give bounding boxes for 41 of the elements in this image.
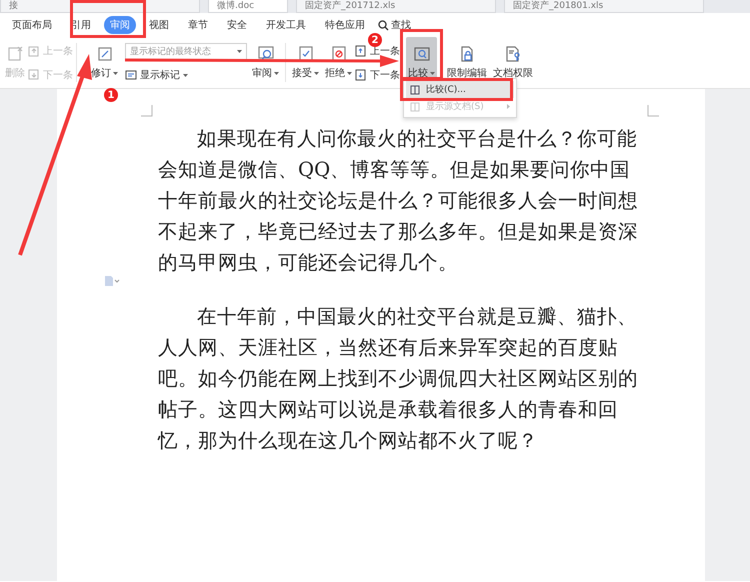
ribbon-tab[interactable]: 特色应用: [319, 16, 371, 34]
accept-button[interactable]: 接受: [290, 37, 321, 88]
next-icon: [355, 68, 367, 80]
ribbon-tab[interactable]: 页面布局: [6, 16, 58, 34]
compare-icon: [410, 102, 420, 112]
reject-button[interactable]: 拒绝: [323, 37, 354, 88]
caret-icon: [347, 72, 352, 74]
document-key-icon: [504, 45, 522, 63]
caret-icon: [274, 72, 279, 74]
ribbon-tab[interactable]: 视图: [143, 16, 175, 34]
search-icon: [378, 20, 389, 30]
pencil-icon: [96, 45, 114, 63]
previous-icon: [28, 44, 40, 56]
review-button[interactable]: 审阅: [250, 37, 281, 88]
ribbon-tab[interactable]: 安全: [221, 16, 253, 34]
compare-icon: [412, 45, 430, 63]
caret-icon: [314, 72, 319, 74]
previous-icon: [355, 44, 367, 56]
show-markup-button[interactable]: 显示标记: [125, 68, 247, 82]
next-icon: [28, 68, 40, 80]
paragraph-marker-icon[interactable]: [104, 275, 120, 287]
file-tab[interactable]: 固定资产_201801.xls: [504, 0, 704, 13]
ribbon-tab[interactable]: 章节: [182, 16, 214, 34]
paragraph: 如果现在有人问你最火的社交平台是什么？你可能会知道是微信、QQ、博客等等。但是如果要问你中国十年前最火的社交论坛是什么？可能很多人会一时间想不起来了，毕竟已经过去了那么多年。但是如果是资深的马甲网虫，可能还会记得几个。: [158, 126, 639, 276]
paragraph: 在十年前，中国最火的社交平台就是豆瓣、猫扑、人人网、天涯社区，当然还有后来异军突起的百度贴吧。如今仍能在网上找到不少调侃四大社区网站区别的帖子。这四大网站可以说是承载着很多人的青春和回忆，那为什么现在这几个网站都不火了呢？: [158, 304, 639, 454]
caret-icon: [430, 72, 435, 74]
markup-icon: [125, 69, 137, 81]
menu-item[interactable]: 比较(C)...: [406, 81, 514, 98]
file-tab[interactable]: 固定资产_201712.xls: [296, 0, 496, 13]
compare-icon: [410, 84, 420, 94]
caret-icon: [183, 74, 188, 76]
crop-mark: [648, 105, 659, 116]
next-change-button[interactable]: 下一条: [355, 68, 400, 82]
document-x-icon: [6, 45, 24, 63]
file-tab[interactable]: 微博.doc: [208, 0, 288, 13]
caret-icon: [113, 72, 118, 74]
ribbon-tab[interactable]: 开发工具: [260, 16, 312, 34]
search-button[interactable]: 查找: [378, 18, 411, 32]
caret-icon: [237, 50, 242, 53]
crop-mark: [141, 105, 152, 116]
track-changes-button[interactable]: 修订: [89, 37, 120, 88]
